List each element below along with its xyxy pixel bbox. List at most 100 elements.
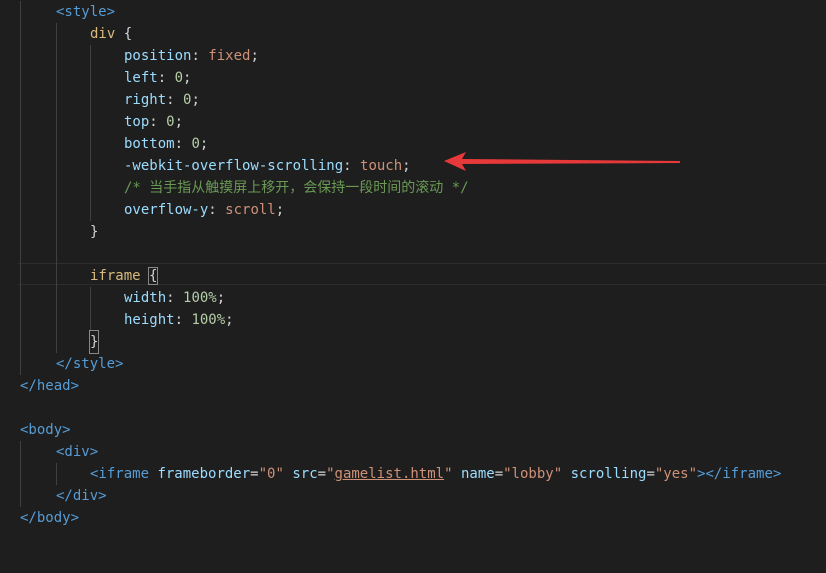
- indent-guide: [56, 67, 57, 89]
- brace-open: {: [115, 26, 133, 42]
- semicolon: ;: [402, 158, 411, 174]
- semicolon: ;: [174, 114, 184, 130]
- css-declaration: bottom: 0;: [124, 133, 208, 155]
- equals: =: [494, 466, 504, 482]
- src-link[interactable]: gamelist.html: [335, 466, 445, 482]
- attr-name: name: [460, 466, 495, 482]
- equals: =: [646, 466, 655, 482]
- css-property: overflow-y: [124, 202, 209, 218]
- attr-value: "0": [258, 466, 284, 482]
- css-property: -webkit-overflow-scrolling: [124, 158, 344, 174]
- css-value: 0: [174, 70, 184, 86]
- attr-frameborder: frameborder: [157, 466, 251, 482]
- attr-value: "yes": [654, 466, 698, 482]
- css-declaration: left: 0;: [124, 67, 191, 89]
- matched-bracket-close: }: [88, 330, 100, 354]
- css-property: position: [124, 48, 192, 64]
- code-line: <iframe frameborder="0" src="gamelist.ht…: [0, 463, 826, 485]
- css-property: bottom: [124, 136, 175, 152]
- semicolon: ;: [191, 92, 200, 108]
- semicolon: ;: [250, 48, 259, 64]
- css-declaration: -webkit-overflow-scrolling: touch;: [124, 155, 411, 177]
- css-declaration: height: 100%;: [124, 309, 234, 331]
- colon: :: [157, 70, 175, 86]
- indent-guide: [20, 441, 21, 463]
- indent-guide: [56, 309, 57, 331]
- css-comment: /* 当手指从触摸屏上移开，会保持一段时间的滚动 */: [124, 180, 469, 196]
- code-line: </body>: [0, 507, 826, 529]
- indent-guide: [20, 111, 21, 133]
- matched-bracket-open: {: [147, 267, 159, 285]
- indent-guide: [56, 111, 57, 133]
- css-property: width: [124, 290, 167, 306]
- indent-guide: [56, 89, 57, 111]
- head-close-tag: </head>: [20, 378, 80, 394]
- indent-guide: [20, 199, 21, 221]
- code-line: <div>: [0, 441, 826, 463]
- indent-guide: [56, 199, 57, 221]
- indent-guide: [56, 23, 57, 45]
- indent-guide: [20, 309, 21, 331]
- body-close-tag: </body>: [20, 510, 80, 526]
- css-value: 100%: [183, 290, 217, 306]
- css-value: fixed: [208, 48, 251, 64]
- indent-guide: [90, 177, 91, 199]
- indent-guide: [20, 221, 21, 243]
- indent-guide: [90, 89, 91, 111]
- indent-guide: [56, 45, 57, 67]
- colon: :: [166, 290, 184, 306]
- div-close-tag: </div>: [56, 488, 107, 504]
- div-open-tag: <div>: [56, 444, 99, 460]
- semicolon: ;: [199, 136, 209, 152]
- indent-guide: [20, 89, 21, 111]
- indent-guide: [56, 287, 57, 309]
- indent-guide: [20, 287, 21, 309]
- css-property: height: [124, 312, 175, 328]
- code-line: </style>: [0, 353, 826, 375]
- code-line: </div>: [0, 485, 826, 507]
- code-line: div {: [0, 23, 826, 45]
- code-line: left: 0;: [0, 67, 826, 89]
- indent-guide: [90, 155, 91, 177]
- indent-guide: [20, 243, 21, 265]
- indent-guide: [20, 1, 21, 23]
- indent-guide: [20, 155, 21, 177]
- indent-guide: [56, 265, 57, 287]
- attr-src: src: [292, 466, 318, 482]
- semicolon: ;: [183, 70, 192, 86]
- indent-guide: [90, 287, 91, 309]
- code-line: top: 0;: [0, 111, 826, 133]
- css-property: top: [124, 114, 150, 130]
- code-line: }: [0, 221, 826, 243]
- code-editor[interactable]: <style> div { position: fixed; left: 0; …: [0, 0, 826, 542]
- css-declaration: overflow-y: scroll;: [124, 199, 284, 221]
- css-declaration: width: 100%;: [124, 287, 225, 309]
- indent-guide: [90, 67, 91, 89]
- semicolon: ;: [216, 290, 226, 306]
- css-value: touch: [360, 158, 403, 174]
- indent-guide: [90, 45, 91, 67]
- equals: =: [317, 466, 327, 482]
- quote: ": [444, 466, 453, 482]
- css-value: 0: [166, 114, 175, 130]
- colon: :: [174, 136, 192, 152]
- semicolon: ;: [225, 312, 234, 328]
- indent-guide: [20, 177, 21, 199]
- indent-guide: [20, 353, 21, 375]
- code-line: <style>: [0, 1, 826, 23]
- code-line: </head>: [0, 375, 826, 397]
- indent-guide: [20, 67, 21, 89]
- quote: ": [326, 466, 335, 482]
- indent-guide: [56, 177, 57, 199]
- semicolon: ;: [275, 202, 285, 218]
- style-open-tag: <style>: [56, 4, 116, 20]
- css-value: scroll: [225, 202, 276, 218]
- colon: :: [166, 92, 184, 108]
- code-line: height: 100%;: [0, 309, 826, 331]
- indent-guide: [90, 309, 91, 331]
- code-line: [0, 243, 826, 265]
- indent-guide: [56, 243, 57, 265]
- indent-guide: [20, 133, 21, 155]
- div-selector: div: [90, 26, 116, 42]
